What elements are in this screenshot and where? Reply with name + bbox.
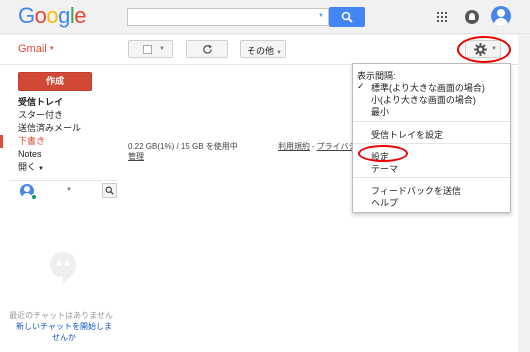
- sidebar-item-starred[interactable]: スター付き: [0, 109, 120, 122]
- gmail-label: Gmail: [18, 43, 47, 55]
- search-input[interactable]: [127, 8, 329, 26]
- chevron-down-icon: ▼: [159, 46, 165, 52]
- search-button[interactable]: [329, 7, 365, 27]
- sidebar-item-sent[interactable]: 送信済みメール: [0, 122, 120, 135]
- logo-letter: g: [58, 3, 70, 28]
- footer-separator: -: [312, 142, 315, 151]
- select-checkbox-button[interactable]: ▼: [128, 40, 173, 58]
- no-recent-chats-text: 最近のチャットはありません: [9, 311, 113, 320]
- google-logo[interactable]: Google: [18, 3, 87, 29]
- compose-button[interactable]: 作成: [18, 72, 92, 91]
- settings-menu: 表示間隔: ✓ 標準(より大きな画面の場合) 小(より大きな画面の場合) 最小 …: [352, 63, 511, 213]
- start-new-chat-link[interactable]: 新しいチャットを開始しませんか: [14, 321, 114, 343]
- logo-letter: G: [18, 3, 35, 28]
- menu-divider: [353, 121, 510, 122]
- chevron-down-icon[interactable]: ▼: [66, 187, 72, 193]
- menu-divider: [353, 177, 510, 178]
- more-button[interactable]: その他 ▼: [240, 40, 286, 58]
- top-bar: Google ▼: [0, 0, 530, 34]
- search-icon: [105, 186, 114, 195]
- menu-item-configure-inbox[interactable]: 受信トレイを設定: [371, 128, 443, 141]
- sidebar-nav: 受信トレイ スター付き 送信済みメール 下書き Notes 開く ▼: [0, 96, 120, 174]
- footer-links: 利用規約 - プライバシ: [278, 141, 357, 152]
- chevron-down-icon: ▼: [38, 166, 44, 172]
- refresh-button[interactable]: [186, 40, 228, 58]
- sidebar-item-inbox[interactable]: 受信トレイ: [0, 96, 120, 109]
- menu-item-help[interactable]: ヘルプ: [371, 196, 398, 209]
- chevron-down-icon: ▼: [48, 46, 55, 53]
- checkbox-icon: [143, 45, 152, 54]
- chevron-down-icon: ▼: [276, 50, 282, 56]
- logo-letter: o: [46, 3, 59, 28]
- privacy-link[interactable]: プライバシ: [317, 142, 357, 151]
- hangouts-bar: ▼: [10, 180, 118, 200]
- settings-gear-button[interactable]: ▼: [465, 40, 501, 58]
- notifications-icon[interactable]: [465, 10, 479, 24]
- menu-divider: [353, 143, 510, 144]
- logo-letter: e: [74, 3, 87, 28]
- sidebar-item-drafts[interactable]: 下書き: [0, 135, 120, 148]
- chevron-down-icon: ▼: [491, 46, 497, 52]
- gmail-menu[interactable]: Gmail ▼: [18, 43, 55, 55]
- online-status-icon: [31, 194, 37, 200]
- logo-letter: o: [34, 3, 47, 28]
- menu-item-themes[interactable]: テーマ: [371, 162, 398, 175]
- scrollbar[interactable]: [518, 35, 530, 352]
- sidebar-item-notes[interactable]: Notes: [0, 148, 120, 161]
- chat-quote-icon: [50, 252, 76, 283]
- sidebar-item-more[interactable]: 開く ▼: [0, 161, 120, 174]
- terms-link[interactable]: 利用規約: [278, 142, 310, 151]
- sidebar-item-more-label: 開く: [18, 162, 37, 172]
- storage-usage-text: 0.22 GB(1%) / 15 GB を使用中: [128, 142, 238, 151]
- gear-icon: [474, 43, 487, 56]
- check-mark-icon: ✓: [357, 81, 365, 91]
- hangouts-search-button[interactable]: [102, 183, 117, 198]
- search-icon: [341, 11, 353, 23]
- menu-item-density-compact[interactable]: 最小: [371, 105, 389, 118]
- account-avatar-icon[interactable]: [491, 6, 511, 26]
- manage-storage-link[interactable]: 管理: [128, 151, 144, 162]
- refresh-icon: [203, 44, 213, 54]
- apps-grid-icon[interactable]: [437, 12, 447, 22]
- more-label: その他: [247, 46, 275, 56]
